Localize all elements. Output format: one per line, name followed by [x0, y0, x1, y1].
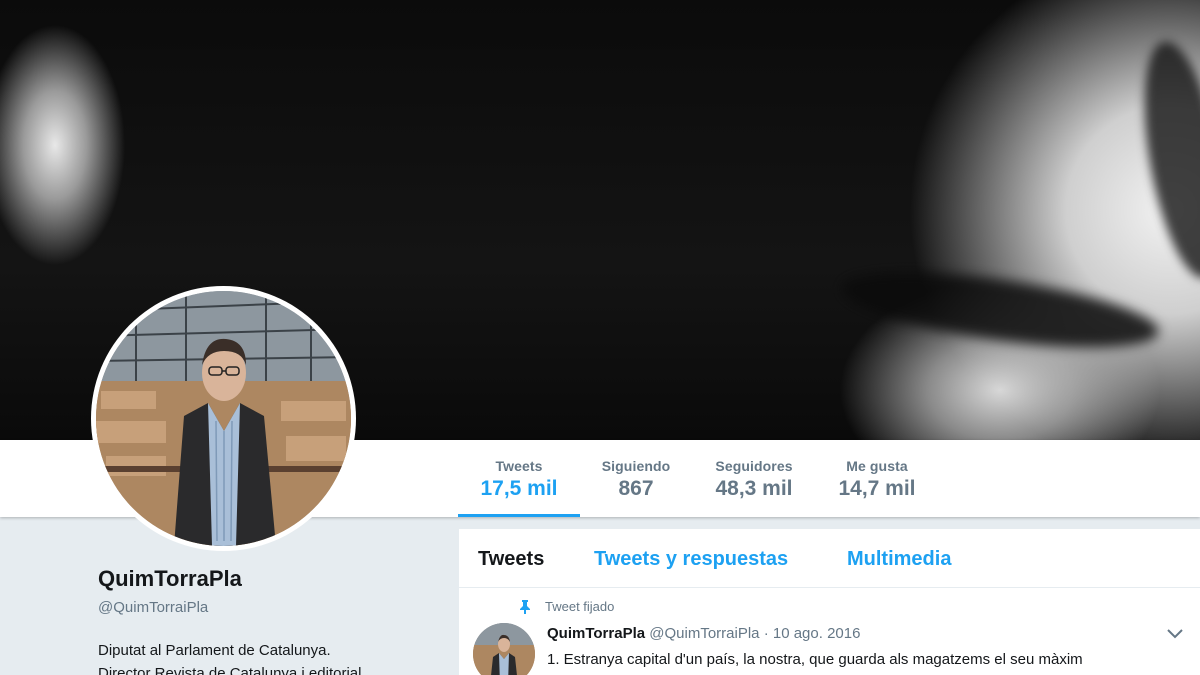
timeline-tabs: Tweets Tweets y respuestas Multimedia — [459, 529, 1200, 588]
tweet-avatar-photo — [473, 623, 535, 675]
stat-label: Siguiendo — [601, 458, 671, 474]
stat-value: 867 — [618, 477, 654, 500]
bio-line: Diputat al Parlament de Catalunya. — [98, 642, 331, 659]
stat-label: Tweets — [495, 458, 543, 474]
profile-name[interactable]: QuimTorraPla — [98, 566, 242, 592]
stat-tweets[interactable]: Tweets 17,5 mil — [458, 440, 580, 517]
tweet-date[interactable]: · 10 ago. 2016 — [764, 625, 861, 642]
tweet-text: 1. Estranya capital d'un país, la nostra… — [547, 651, 1083, 668]
tab-media[interactable]: Multimedia — [847, 548, 951, 571]
banner-shadow — [1129, 35, 1200, 285]
pin-icon — [520, 600, 530, 614]
profile-handle[interactable]: @QuimTorraiPla — [98, 599, 208, 616]
profile-bio: Diputat al Parlament de Catalunya. Direc… — [98, 639, 428, 675]
stat-label: Me gusta — [846, 458, 908, 474]
stat-followers[interactable]: Seguidores 48,3 mil — [704, 440, 804, 517]
tweet-author-handle[interactable]: @QuimTorraiPla — [649, 625, 759, 642]
pinned-label: Tweet fijado — [545, 599, 615, 614]
timeline: Tweets Tweets y respuestas Multimedia Tw… — [459, 529, 1200, 675]
stat-value: 17,5 mil — [480, 477, 558, 500]
tweet-item[interactable]: Tweet fijado QuimTorraPla @QuimTorraiPla… — [459, 589, 1200, 675]
stat-label: Seguidores — [715, 458, 793, 474]
stat-following[interactable]: Siguiendo 867 — [590, 440, 682, 517]
bio-line: Director Revista de Catalunya i editoria… — [98, 665, 362, 675]
stat-value: 48,3 mil — [715, 477, 793, 500]
banner-shadow — [837, 258, 1163, 362]
tweet-author-name[interactable]: QuimTorraPla — [547, 625, 645, 642]
tab-tweets-replies[interactable]: Tweets y respuestas — [594, 548, 788, 571]
tweet-avatar[interactable] — [473, 623, 535, 675]
avatar-photo — [96, 291, 351, 546]
stat-value: 14,7 mil — [838, 477, 916, 500]
profile-avatar[interactable] — [91, 286, 356, 551]
avatar-illustration — [96, 291, 351, 546]
tab-tweets[interactable]: Tweets — [478, 548, 544, 571]
tweet-header: QuimTorraPla @QuimTorraiPla · 10 ago. 20… — [547, 625, 860, 642]
stat-likes[interactable]: Me gusta 14,7 mil — [826, 440, 928, 517]
chevron-down-icon[interactable] — [1167, 629, 1183, 639]
